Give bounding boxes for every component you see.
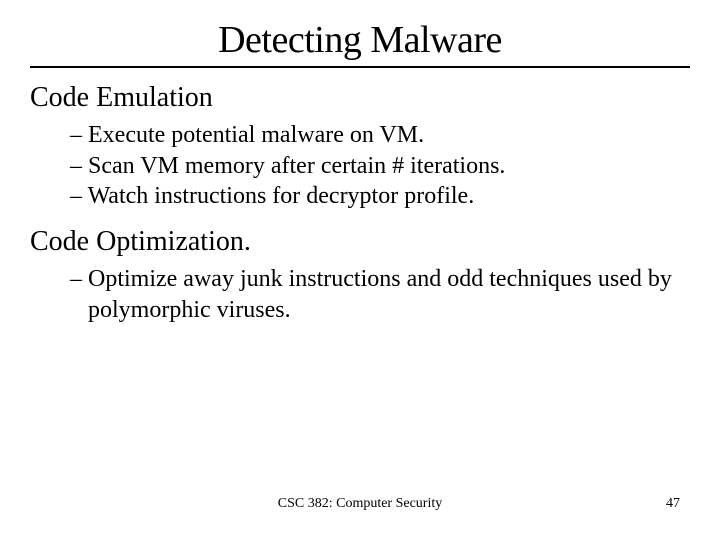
slide-footer: CSC 382: Computer Security 47 xyxy=(0,496,720,512)
slide-title: Detecting Malware xyxy=(30,18,690,62)
bullet-item: Scan VM memory after certain # iteration… xyxy=(70,151,690,182)
section-heading-2: Code Optimization. xyxy=(30,226,690,258)
bullet-list-1: Execute potential malware on VM. Scan VM… xyxy=(30,120,690,212)
title-underline xyxy=(30,66,690,68)
slide-container: Detecting Malware Code Emulation Execute… xyxy=(0,0,720,540)
footer-course: CSC 382: Computer Security xyxy=(40,496,680,512)
bullet-item: Watch instructions for decryptor profile… xyxy=(70,181,690,212)
section-heading-1: Code Emulation xyxy=(30,82,690,114)
bullet-item: Optimize away junk instructions and odd … xyxy=(70,264,690,325)
page-number: 47 xyxy=(666,496,680,512)
bullet-item: Execute potential malware on VM. xyxy=(70,120,690,151)
bullet-list-2: Optimize away junk instructions and odd … xyxy=(30,264,690,325)
